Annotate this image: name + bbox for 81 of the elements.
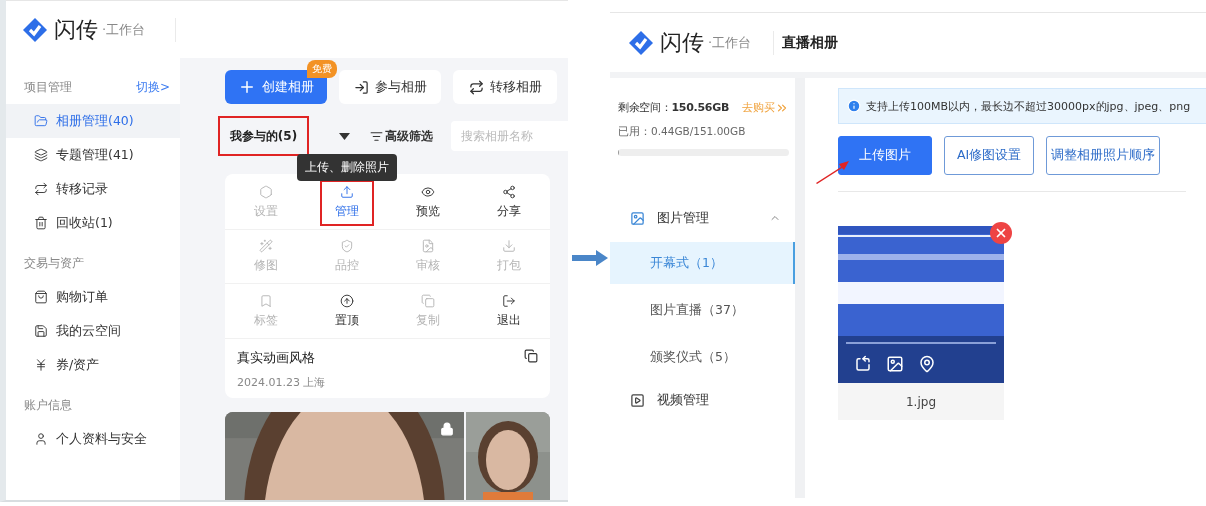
notice-text: 支持上传100MB以内，最长边不超过30000px的jpg、jpeg、png — [866, 98, 1191, 114]
tag-icon — [258, 293, 273, 308]
upload-toolbar-button[interactable]: 调整相册照片顺序 — [1046, 136, 1161, 175]
annotation-arrow — [572, 250, 608, 266]
section-title: 项目管理 — [24, 78, 72, 96]
share-icon — [502, 185, 517, 199]
tool-button[interactable]: 退出 — [482, 288, 537, 334]
sidebar-item[interactable]: 回收站(1) — [6, 206, 180, 240]
pin-top-icon — [339, 293, 354, 308]
nav-item[interactable]: 图片直播（37） — [610, 289, 795, 331]
sidebar-item[interactable]: 券/资产 — [6, 348, 180, 382]
advanced-filter-button[interactable]: 高级筛选 — [370, 127, 433, 145]
wand-icon — [258, 239, 273, 253]
map-pin-icon[interactable] — [918, 355, 936, 373]
info-icon — [847, 99, 861, 113]
filter-icon — [370, 129, 383, 143]
brand-subtitle: ·工作台 — [708, 33, 752, 52]
logo-icon — [22, 16, 48, 43]
switch-link[interactable]: 切换> — [135, 78, 170, 96]
album-title: 真实动画风格 — [237, 349, 316, 367]
brand-subtitle: ·工作台 — [102, 20, 146, 39]
bag-icon — [34, 290, 48, 304]
section-title: 交易与资产 — [24, 254, 84, 272]
tooltip: 上传、删除照片 — [296, 154, 397, 181]
image-icon — [630, 210, 645, 226]
nav-item[interactable]: 颁奖仪式（5） — [610, 336, 795, 378]
trash-icon — [34, 216, 48, 230]
storage-icon — [34, 324, 48, 338]
caret-icon[interactable] — [339, 132, 350, 140]
nav-group[interactable]: 视频管理 — [610, 382, 795, 418]
tool-button[interactable]: 分享 — [482, 179, 537, 226]
nav-item[interactable]: 开幕式（1） — [610, 242, 795, 284]
shield-icon — [339, 239, 354, 253]
page-title: 直播相册 — [782, 33, 839, 52]
brand-name: 闪传 — [54, 15, 98, 44]
play-icon — [630, 392, 645, 408]
lock-icon — [440, 422, 454, 436]
join-icon — [353, 79, 369, 95]
search-field[interactable]: 搜索相册名称 — [451, 121, 568, 151]
upload-toolbar-button[interactable]: 上传图片 — [838, 136, 932, 175]
user-icon — [34, 432, 48, 446]
plus-icon — [238, 78, 256, 96]
sidebar-item[interactable]: 我的云空间 — [6, 314, 180, 348]
sidebar-item[interactable]: 转移记录 — [6, 172, 180, 206]
upload-icon — [339, 185, 354, 199]
sidebar-item[interactable]: 相册管理(40) — [6, 104, 180, 138]
filter-dropdown[interactable]: 我参与的(5) — [218, 116, 309, 156]
album-meta: 2024.01.23 上海 — [237, 375, 326, 390]
copy-icon — [421, 293, 436, 308]
review-icon — [421, 239, 436, 253]
delete-button[interactable] — [990, 222, 1012, 244]
free-badge: 免费 — [307, 60, 337, 78]
close-icon — [994, 226, 1008, 240]
photo-name: 1.jpg — [838, 383, 1004, 420]
transfer-icon — [34, 182, 48, 196]
action-button[interactable]: 转移相册 — [453, 70, 557, 104]
download-icon — [502, 239, 517, 253]
tool-button[interactable]: 预览 — [401, 179, 456, 226]
eye-icon — [421, 185, 436, 199]
tool-button[interactable]: 置顶 — [319, 288, 374, 334]
logo-icon — [628, 29, 654, 56]
nav-group[interactable]: 图片管理 — [610, 200, 795, 236]
image-icon[interactable] — [886, 355, 904, 373]
rotate-icon[interactable] — [854, 355, 872, 373]
storage-used: 已用：0.44GB/151.00GB — [618, 125, 747, 139]
layers-icon — [34, 148, 48, 162]
annotation-arrow — [815, 160, 849, 184]
folder-icon — [34, 114, 48, 128]
upload-toolbar-button[interactable]: AI修图设置 — [944, 136, 1035, 175]
sidebar-item[interactable]: 个人资料与安全 — [6, 422, 180, 456]
section-title: 账户信息 — [24, 396, 72, 414]
action-button[interactable]: 参与相册 — [339, 70, 441, 104]
coupon-icon — [34, 358, 48, 372]
storage-remaining: 剩余空间：150.56GB — [618, 100, 729, 115]
brand-name: 闪传 — [660, 28, 704, 57]
settings-icon — [258, 185, 273, 199]
transfer-icon — [468, 79, 484, 95]
exit-icon — [502, 293, 517, 308]
copy-icon[interactable] — [524, 349, 538, 363]
sidebar-item[interactable]: 专题管理(41) — [6, 138, 180, 172]
sidebar-item[interactable]: 购物订单 — [6, 280, 180, 314]
